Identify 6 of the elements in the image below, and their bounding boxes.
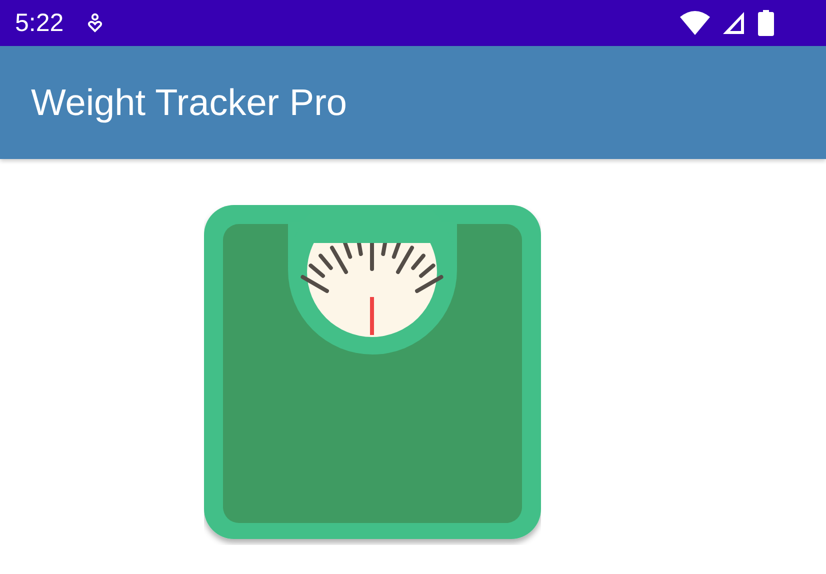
status-time: 5:22 [15,8,64,38]
notification-icon [88,13,102,33]
signal-icon [722,11,746,35]
app-title: Weight Tracker Pro [31,82,347,124]
wifi-icon [680,11,710,35]
battery-icon [758,10,774,36]
